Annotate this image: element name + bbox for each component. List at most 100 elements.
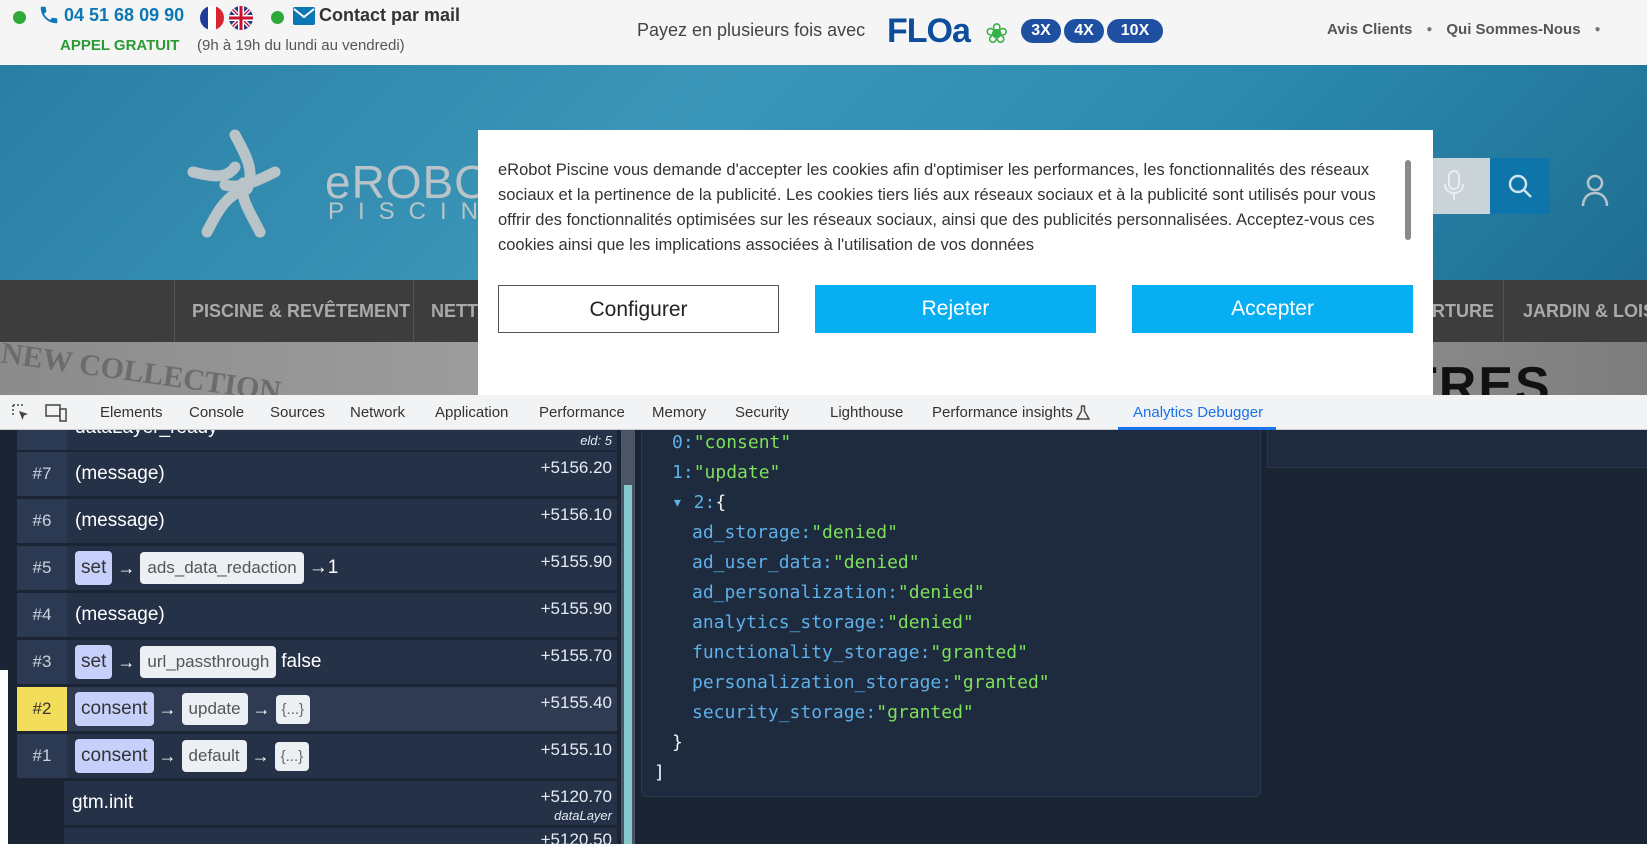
contact-label: Contact par mail bbox=[319, 5, 461, 25]
nav-item-jardin[interactable]: JARDIN & LOIS bbox=[1523, 301, 1647, 322]
key-chip: update bbox=[181, 693, 248, 725]
key-chip: url_passthrough bbox=[140, 646, 277, 678]
json-value: "denied" bbox=[887, 612, 974, 633]
event-row[interactable]: +5120.50 bbox=[64, 828, 617, 844]
tab-analytics-debugger[interactable]: Analytics Debugger bbox=[1133, 404, 1263, 421]
french-flag-icon[interactable] bbox=[200, 6, 224, 30]
tab-console[interactable]: Console bbox=[189, 404, 244, 421]
nav-divider bbox=[174, 280, 175, 342]
event-row[interactable]: gtm.init +5120.70 dataLayer bbox=[64, 781, 617, 827]
top-bar: 04 51 68 09 90 Contact par mail APPEL GR… bbox=[0, 0, 1647, 65]
event-number bbox=[17, 430, 67, 450]
arrow-icon: → bbox=[117, 557, 136, 578]
json-key: functionality_storage: bbox=[692, 642, 931, 663]
separator-dot: ● bbox=[1426, 24, 1433, 35]
key-chip: ads_data_redaction bbox=[140, 552, 304, 584]
accept-button[interactable]: Accepter bbox=[1132, 285, 1413, 333]
free-call-label: APPEL GRATUIT bbox=[60, 37, 180, 54]
event-label: dataLayer_ready bbox=[75, 430, 218, 450]
user-account-icon[interactable] bbox=[1580, 173, 1610, 207]
event-list-scrollbar[interactable] bbox=[621, 430, 635, 844]
json-line: analytics_storage:"denied" bbox=[692, 612, 974, 633]
event-row[interactable]: #4 (message) +5155.90 bbox=[17, 593, 617, 639]
json-key: 0: bbox=[672, 432, 694, 453]
event-number: #3 bbox=[17, 640, 67, 684]
event-row[interactable]: #5 set → ads_data_redaction →1 +5155.90 bbox=[17, 546, 617, 592]
event-row[interactable]: #7 (message) +5156.20 bbox=[17, 452, 617, 498]
event-number: #4 bbox=[17, 593, 67, 637]
phone-number: 04 51 68 09 90 bbox=[64, 4, 185, 25]
phone-link[interactable]: 04 51 68 09 90 bbox=[38, 4, 184, 26]
event-sub: eld: 5 bbox=[580, 433, 612, 448]
json-value: "update" bbox=[693, 462, 781, 483]
command-chip: set bbox=[75, 645, 113, 679]
tab-sources[interactable]: Sources bbox=[270, 404, 325, 421]
event-sub: dataLayer bbox=[554, 808, 612, 823]
event-time: +5120.70 bbox=[540, 787, 612, 806]
devtools-tabbar: Elements Console Sources Network Applica… bbox=[0, 395, 1647, 430]
analytics-debugger-panel: dataLayer_ready eld: 5 #7 (message) +515… bbox=[0, 430, 1647, 844]
avis-clients-link[interactable]: Avis Clients bbox=[1327, 21, 1412, 38]
nav-item-piscine[interactable]: PISCINE & REVÊTEMENT bbox=[192, 301, 410, 322]
cookie-consent-dialog: eRobot Piscine vous demande d'accepter l… bbox=[478, 130, 1433, 395]
arrow-icon: → bbox=[252, 698, 271, 719]
tab-performance[interactable]: Performance bbox=[539, 404, 625, 421]
tab-network[interactable]: Network bbox=[350, 404, 405, 421]
erobot-logo-icon[interactable] bbox=[185, 127, 285, 242]
flower-icon: ❀ bbox=[985, 18, 1009, 49]
inspect-element-icon[interactable] bbox=[12, 404, 30, 422]
event-name: (message) bbox=[75, 604, 165, 625]
json-key: ▾ 2: bbox=[672, 492, 716, 513]
reject-button[interactable]: Rejeter bbox=[815, 285, 1096, 333]
tab-elements[interactable]: Elements bbox=[100, 404, 163, 421]
event-time: +5156.20 bbox=[540, 458, 612, 477]
json-value: "granted" bbox=[876, 702, 974, 723]
nav-divider bbox=[413, 280, 414, 342]
json-close-bracket: ] bbox=[654, 762, 665, 783]
json-line: functionality_storage:"granted" bbox=[692, 642, 1028, 663]
configure-button[interactable]: Configurer bbox=[498, 285, 779, 333]
floa-option-4x: 4X bbox=[1064, 19, 1104, 43]
status-dot bbox=[271, 11, 284, 24]
key-chip: default bbox=[181, 740, 247, 772]
json-value: "granted" bbox=[952, 672, 1050, 693]
event-time: +5155.70 bbox=[540, 646, 612, 665]
nav-divider bbox=[1503, 280, 1504, 342]
json-line: ad_storage:"denied" bbox=[692, 522, 898, 543]
json-close-brace: } bbox=[672, 732, 683, 753]
tab-memory[interactable]: Memory bbox=[652, 404, 706, 421]
event-row[interactable]: #6 (message) +5156.10 bbox=[17, 499, 617, 545]
search-button[interactable] bbox=[1490, 158, 1550, 214]
tab-security[interactable]: Security bbox=[735, 404, 789, 421]
arrow-icon: → bbox=[158, 698, 177, 719]
scrollbar-thumb[interactable] bbox=[624, 485, 632, 844]
qui-sommes-nous-link[interactable]: Qui Sommes-Nous bbox=[1446, 21, 1580, 38]
event-row[interactable]: #3 set → url_passthrough false +5155.70 bbox=[17, 640, 617, 686]
floa-logo: FLOa bbox=[887, 12, 971, 50]
command-chip: set bbox=[75, 551, 113, 585]
contact-mail-link[interactable]: Contact par mail bbox=[293, 5, 460, 26]
top-links: Avis Clients ● Qui Sommes-Nous ● bbox=[1327, 21, 1601, 38]
arrow-icon: → bbox=[251, 745, 270, 766]
tab-performance-insights[interactable]: Performance insights bbox=[932, 404, 1073, 421]
json-key: analytics_storage: bbox=[692, 612, 888, 633]
json-line: 1:"update" bbox=[672, 462, 780, 483]
device-toolbar-icon[interactable] bbox=[45, 404, 67, 422]
tab-application[interactable]: Application bbox=[435, 404, 508, 421]
event-row-selected[interactable]: #2 consent → update → {...} +5155.40 bbox=[17, 687, 617, 733]
uk-flag-icon[interactable] bbox=[229, 6, 253, 30]
tab-lighthouse[interactable]: Lighthouse bbox=[830, 404, 903, 421]
arrow-icon: → bbox=[158, 745, 177, 766]
json-key: security_storage: bbox=[692, 702, 877, 723]
event-time: +5155.90 bbox=[540, 599, 612, 618]
arrow-icon: → bbox=[117, 651, 136, 672]
event-label: (message) bbox=[75, 452, 165, 496]
floa-option-10x: 10X bbox=[1107, 19, 1163, 43]
cookie-scrollbar[interactable] bbox=[1405, 160, 1411, 240]
event-number: #1 bbox=[17, 734, 67, 778]
event-row[interactable]: dataLayer_ready eld: 5 bbox=[17, 430, 617, 452]
json-line[interactable]: ▾ 2:{ bbox=[672, 492, 726, 513]
event-name: (message) bbox=[75, 510, 165, 531]
event-row[interactable]: #1 consent → default → {...} +5155.10 bbox=[17, 734, 617, 780]
json-line: 0:"consent" bbox=[672, 432, 791, 453]
